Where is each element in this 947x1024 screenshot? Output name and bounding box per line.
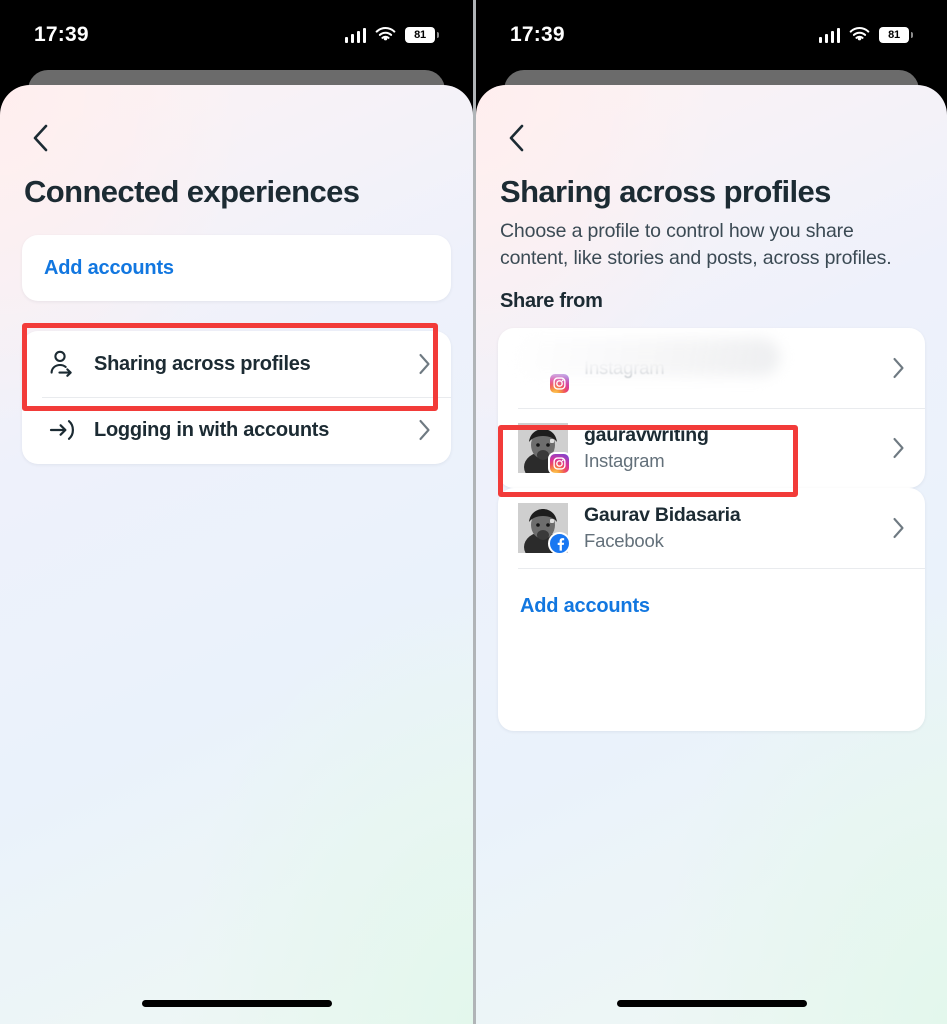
status-bar-left: 17:39 81 [0, 0, 473, 70]
cellular-signal-icon [344, 27, 366, 43]
wifi-icon [849, 27, 870, 41]
status-time: 17:39 [34, 23, 89, 46]
status-bar-right: 17:39 81 [476, 0, 947, 70]
page-title: Connected experiences [24, 174, 360, 209]
facebook-icon [548, 532, 571, 555]
battery-icon: 81 [405, 27, 439, 43]
status-indicators: 81 [818, 27, 913, 43]
section-label-share-from: Share from [500, 290, 603, 312]
add-accounts-link[interactable]: Add accounts [498, 568, 925, 644]
wifi-icon [375, 27, 396, 41]
chevron-right-icon [892, 517, 905, 539]
account-text: Gaurav Bidasaria Facebook [584, 503, 892, 552]
menu-item-label: Logging in with accounts [94, 418, 330, 441]
account-name: Gaurav Bidasaria [584, 504, 741, 527]
share-from-accounts-card: Instagram gauravwriting Instagram [498, 328, 925, 488]
avatar [518, 423, 571, 475]
account-text: gauravwriting Instagram [584, 423, 892, 472]
menu-item-label: Sharing across profiles [94, 352, 311, 375]
chevron-right-icon [418, 419, 431, 441]
status-time: 17:39 [510, 23, 565, 46]
status-indicators: 81 [344, 27, 439, 43]
cellular-signal-icon [818, 27, 840, 43]
back-button[interactable] [496, 118, 536, 158]
instagram-icon [548, 372, 571, 395]
chevron-left-icon [509, 124, 524, 152]
phone-screen-right: 17:39 81 Sharing across profiles Choose … [473, 0, 947, 1024]
page-subtitle: Choose a profile to control how you shar… [500, 220, 892, 269]
menu-item-sharing-across-profiles[interactable]: Sharing across profiles [22, 331, 451, 397]
back-button[interactable] [20, 118, 60, 158]
add-accounts-row[interactable]: Add accounts [498, 568, 925, 644]
chevron-right-icon [892, 437, 905, 459]
dual-phone-screenshot: 17:39 81 Connected experiences Add accou… [0, 0, 947, 1024]
battery-percent: 81 [414, 28, 426, 41]
person-share-icon [42, 349, 82, 379]
phone-screen-left: 17:39 81 Connected experiences Add accou… [0, 0, 473, 1024]
account-platform: Instagram [584, 357, 665, 379]
avatar [518, 503, 571, 555]
chevron-left-icon [33, 124, 48, 152]
instagram-icon [548, 452, 571, 475]
login-arrow-icon [42, 415, 82, 445]
avatar [518, 343, 571, 395]
account-platform: Instagram [584, 449, 665, 471]
account-row-redacted[interactable]: Instagram [498, 328, 925, 408]
add-accounts-link[interactable]: Add accounts [22, 235, 451, 301]
home-indicator [141, 1000, 332, 1007]
battery-icon: 81 [879, 27, 913, 43]
account-text: Instagram [584, 355, 892, 380]
connected-experiences-menu-card: Sharing across profiles Logging in with … [22, 331, 451, 464]
menu-item-logging-in-with-accounts[interactable]: Logging in with accounts [22, 397, 451, 463]
account-name: gauravwriting [584, 424, 709, 447]
account-row-gaurav-bidasaria[interactable]: Gaurav Bidasaria Facebook [498, 488, 925, 568]
page-title: Sharing across profiles [500, 174, 831, 209]
share-from-accounts-card-lower: Gaurav Bidasaria Facebook Add accounts [498, 488, 925, 731]
account-platform: Facebook [584, 529, 664, 551]
account-row-gauravwriting[interactable]: gauravwriting Instagram [498, 408, 925, 488]
sheet-left: Connected experiences Add accounts Shari… [0, 85, 473, 1024]
chevron-right-icon [418, 353, 431, 375]
add-accounts-card[interactable]: Add accounts [22, 235, 451, 301]
home-indicator [616, 1000, 807, 1007]
sheet-right: Sharing across profiles Choose a profile… [476, 85, 947, 1024]
chevron-right-icon [892, 357, 905, 379]
battery-percent: 81 [888, 28, 900, 41]
